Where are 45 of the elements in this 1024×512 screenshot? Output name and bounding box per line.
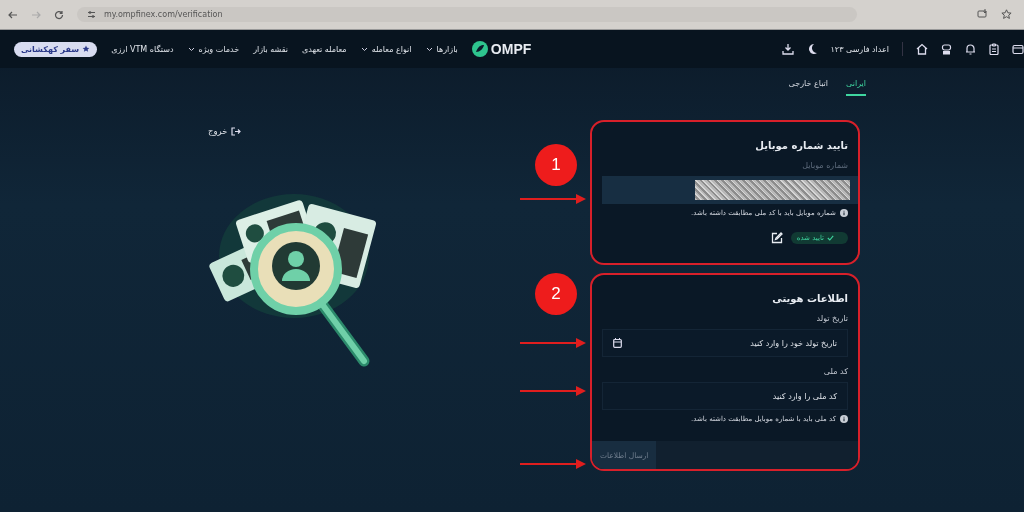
nav-menu-item[interactable]: بازارها	[425, 44, 458, 54]
edit-icon[interactable]	[770, 232, 783, 244]
bookmark-star-icon[interactable]	[1001, 9, 1012, 20]
clipboard-icon[interactable]	[989, 43, 999, 55]
nav-menu-item[interactable]: نقشه بازار	[253, 44, 289, 54]
nav-menu-item[interactable]: خدمات ویژه	[187, 44, 240, 54]
input-field[interactable]: کد ملی را وارد کنید	[602, 382, 848, 410]
annotation-arrow	[520, 386, 586, 396]
exit-icon	[230, 126, 241, 136]
annotation-arrow	[520, 194, 586, 204]
persian-digits-toggle[interactable]: اعداد فارسی ۱۲۳	[830, 44, 889, 54]
check-icon	[827, 235, 834, 241]
step-number-badge: 1	[535, 144, 577, 186]
field-label: شماره موبایل	[801, 161, 848, 170]
site-settings-icon[interactable]	[87, 10, 96, 19]
reload-icon[interactable]	[54, 9, 64, 20]
wallet-icon[interactable]	[1012, 43, 1024, 55]
moon-icon[interactable]	[806, 43, 818, 55]
robot-icon[interactable]	[941, 43, 952, 55]
nav-menu-item[interactable]: معامله تعهدی	[302, 44, 347, 54]
nav-menu-item[interactable]: انواع معامله	[360, 44, 412, 54]
tab[interactable]: اتباع خارجی	[788, 76, 828, 96]
logo[interactable]: OMPF	[471, 41, 532, 57]
date-field[interactable]: تاریخ تولد خود را وارد کنید	[602, 329, 848, 357]
home-icon[interactable]	[916, 43, 928, 55]
bell-icon[interactable]	[965, 43, 976, 55]
info-icon	[840, 415, 848, 423]
address-bar[interactable]: my.ompfinex.com/verification	[77, 7, 857, 22]
nav-menu-item[interactable]: دستگاه VTM ارزی	[111, 44, 174, 54]
download-icon[interactable]	[781, 43, 794, 55]
annotation-arrow	[520, 459, 586, 469]
exit-link[interactable]: خروج	[208, 126, 241, 136]
field-label: کد ملی	[822, 367, 848, 376]
step-number-badge: 2	[535, 273, 577, 315]
star-icon	[82, 45, 91, 53]
annotation-arrow	[520, 338, 586, 348]
card-title: تایید شماره موبایل	[754, 140, 848, 151]
field-label: تاریخ تولد	[815, 314, 848, 323]
calendar-icon[interactable]	[613, 338, 622, 348]
back-icon[interactable]	[8, 9, 18, 20]
info-icon	[840, 209, 848, 217]
card-title: اطلاعات هویتی	[771, 293, 848, 304]
tab[interactable]: ایرانی	[846, 76, 866, 96]
galaxy-trip-badge[interactable]: سفر کهکشانی	[14, 41, 98, 57]
install-app-icon[interactable]	[977, 9, 988, 20]
